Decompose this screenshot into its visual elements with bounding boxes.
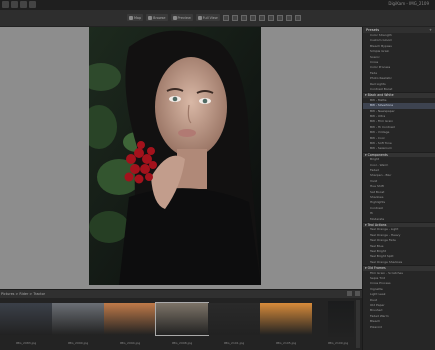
zoom-fit-icon[interactable]	[231, 14, 238, 21]
thumbnail-caption: IMG_2101.jpg	[223, 341, 245, 345]
app-menu-icon[interactable]	[2, 1, 9, 8]
map-button[interactable]: Map	[127, 14, 144, 21]
forward-icon[interactable]	[29, 1, 36, 8]
filmstrip-thumbnail[interactable]: IMG_2094.jpg	[104, 301, 156, 347]
browse-label: Browse	[153, 15, 166, 20]
grid-icon[interactable]	[11, 1, 18, 8]
zoom-in-icon[interactable]	[240, 14, 247, 21]
filmstrip-bar: Pictures > Rider > Tractor	[0, 289, 362, 298]
filmstrip-thumbnail[interactable]: IMG_2083.jpg	[0, 301, 52, 347]
back-icon[interactable]	[20, 1, 27, 8]
toolbar-buttons: Map Browse Preview Full View	[127, 14, 301, 21]
filmstrip-thumbnail[interactable]: IMG_2105.jpg	[260, 301, 312, 347]
info-icon[interactable]	[285, 14, 292, 21]
window-title: DigiKam - IMG_2109	[388, 1, 429, 6]
filmstrip-controls	[347, 291, 360, 296]
preview-label: Preview	[177, 15, 191, 20]
browse-icon	[148, 15, 153, 20]
map-icon	[129, 15, 133, 20]
rotate-left-icon[interactable]	[249, 14, 256, 21]
fullview-label: Full View	[202, 15, 218, 20]
thumbnail-image	[260, 303, 312, 335]
zoom-out-icon[interactable]	[222, 14, 229, 21]
thumbnail-caption: IMG_2090.jpg	[67, 341, 89, 345]
thumbnail-caption: IMG_2094.jpg	[119, 341, 141, 345]
breadcrumb[interactable]: Pictures > Rider > Tractor	[1, 292, 45, 296]
window-icons	[2, 1, 36, 8]
title-bar: DigiKam - IMG_2109	[0, 0, 435, 10]
sort-icon[interactable]	[347, 291, 352, 296]
filmstrip-thumbnail[interactable]: IMG_2090.jpg	[52, 301, 104, 347]
thumbnail-caption: IMG_2083.jpg	[15, 341, 37, 345]
thumbnail-image	[104, 303, 156, 335]
filmstrip: IMG_2083.jpg IMG_2090.jpg IMG_2094.jpg IMG_…	[0, 298, 362, 350]
map-label: Map	[134, 15, 142, 20]
view-toolbar: Map Browse Preview Full View	[0, 10, 435, 27]
image-viewer[interactable]	[0, 27, 362, 289]
thumbnail-image	[208, 303, 260, 335]
preview-image	[89, 27, 261, 285]
preview-button[interactable]: Preview	[170, 14, 193, 21]
fullview-button[interactable]: Full View	[195, 14, 220, 21]
thumbnail-image	[155, 302, 209, 336]
add-preset-icon[interactable]: +	[429, 27, 435, 33]
compare-icon[interactable]	[267, 14, 274, 21]
rotate-right-icon[interactable]	[258, 14, 265, 21]
filmstrip-thumbnail[interactable]: IMG_2101.jpg	[208, 301, 260, 347]
presets-sidebar: Presets + Color Strength Custom Gloom Blea…	[362, 27, 435, 350]
portrait-photo	[89, 27, 261, 285]
filmstrip-scrollbar[interactable]	[356, 300, 360, 348]
preset-list: Color Strength Custom Gloom Bleach Bypass S…	[363, 33, 435, 330]
thumbnail-image	[52, 303, 104, 335]
thumbnail-image	[0, 303, 52, 335]
crop-icon[interactable]	[276, 14, 283, 21]
thumbnail-caption: IMG_2098.jpg	[171, 341, 193, 345]
filter-icon[interactable]	[355, 291, 360, 296]
thumbnail-caption: IMG_2105.jpg	[275, 341, 297, 345]
browse-button[interactable]: Browse	[146, 14, 168, 21]
settings-icon[interactable]	[294, 14, 301, 21]
filmstrip-thumbnail[interactable]: IMG_2098.jpg	[155, 301, 209, 347]
preset-item[interactable]: Polaroid	[363, 325, 435, 330]
preview-icon	[172, 15, 177, 20]
fullview-icon	[197, 15, 202, 20]
thumbnail-image	[328, 301, 354, 337]
